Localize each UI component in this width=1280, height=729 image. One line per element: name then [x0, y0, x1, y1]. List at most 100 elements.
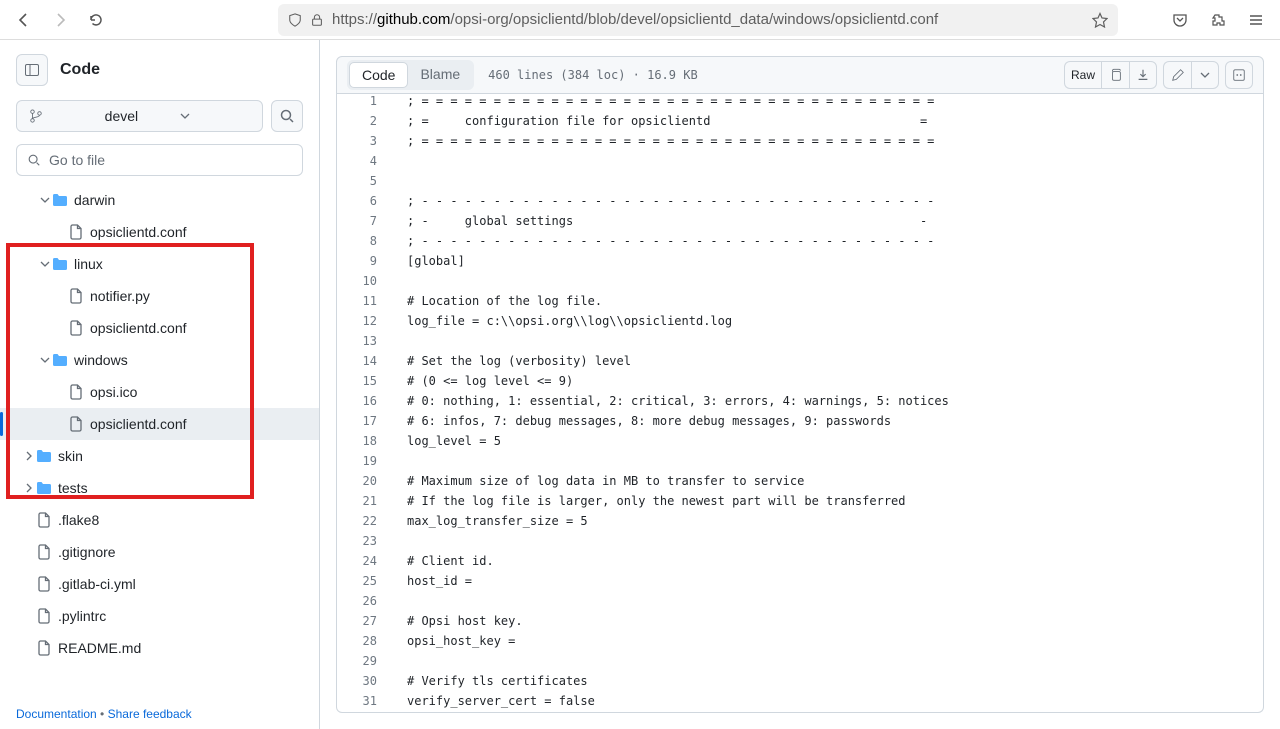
- line-number[interactable]: 9: [337, 254, 397, 274]
- line-number[interactable]: 18: [337, 434, 397, 454]
- tree-file[interactable]: notifier.py: [0, 280, 319, 312]
- documentation-link[interactable]: Documentation: [16, 707, 97, 721]
- line-number[interactable]: 16: [337, 394, 397, 414]
- line-number[interactable]: 26: [337, 594, 397, 614]
- branch-selector[interactable]: devel: [16, 100, 263, 132]
- reload-button[interactable]: [82, 6, 110, 34]
- line-number[interactable]: 3: [337, 134, 397, 154]
- collapse-sidebar-button[interactable]: [16, 54, 48, 86]
- tree-search-button[interactable]: [271, 100, 303, 132]
- line-content: # Location of the log file.: [397, 294, 602, 314]
- line-number[interactable]: 8: [337, 234, 397, 254]
- tree-file[interactable]: opsiclientd.conf: [0, 312, 319, 344]
- line-number[interactable]: 31: [337, 694, 397, 713]
- tree-folder[interactable]: windows: [0, 344, 319, 376]
- line-number[interactable]: 7: [337, 214, 397, 234]
- file-tree-sidebar: Code devel Go to file darwinopsiclientd.…: [0, 40, 320, 729]
- code-tab[interactable]: Code: [349, 62, 408, 88]
- file-icon: [36, 512, 52, 528]
- line-content: # Client id.: [397, 554, 494, 574]
- tree-file[interactable]: README.md: [0, 632, 319, 664]
- line-number[interactable]: 11: [337, 294, 397, 314]
- tree-file[interactable]: .gitignore: [0, 536, 319, 568]
- line-content: host_id =: [397, 574, 472, 594]
- tree-file[interactable]: .flake8: [0, 504, 319, 536]
- line-number[interactable]: 14: [337, 354, 397, 374]
- tree-folder[interactable]: skin: [0, 440, 319, 472]
- share-feedback-link[interactable]: Share feedback: [108, 707, 192, 721]
- file-icon: [68, 288, 84, 304]
- line-number[interactable]: 23: [337, 534, 397, 554]
- tree-file[interactable]: .pylintrc: [0, 600, 319, 632]
- line-number[interactable]: 2: [337, 114, 397, 134]
- back-button[interactable]: [10, 6, 38, 34]
- extensions-icon[interactable]: [1204, 6, 1232, 34]
- symbols-button[interactable]: [1225, 61, 1253, 89]
- code-line: 2; = configuration file for opsiclientd …: [337, 114, 1263, 134]
- tree-file[interactable]: .gitlab-ci.yml: [0, 568, 319, 600]
- line-number[interactable]: 22: [337, 514, 397, 534]
- line-content: [global]: [397, 254, 465, 274]
- url-text: https://github.com/opsi-org/opsiclientd/…: [332, 11, 1084, 28]
- line-number[interactable]: 13: [337, 334, 397, 354]
- code-line: 15# (0 <= log level <= 9): [337, 374, 1263, 394]
- line-number[interactable]: 28: [337, 634, 397, 654]
- star-icon[interactable]: [1092, 12, 1108, 28]
- line-number[interactable]: 29: [337, 654, 397, 674]
- branch-icon: [29, 109, 99, 123]
- line-number[interactable]: 21: [337, 494, 397, 514]
- line-number[interactable]: 10: [337, 274, 397, 294]
- tree-item-label: opsiclientd.conf: [90, 224, 187, 240]
- line-number[interactable]: 4: [337, 154, 397, 174]
- code-line: 8; - - - - - - - - - - - - - - - - - - -…: [337, 234, 1263, 254]
- line-number[interactable]: 1: [337, 94, 397, 114]
- file-icon: [36, 576, 52, 592]
- view-mode-group: Code Blame: [347, 60, 474, 90]
- file-meta: 460 lines (384 loc) · 16.9 KB: [488, 68, 698, 82]
- tree-file[interactable]: opsi.ico: [0, 376, 319, 408]
- file-icon: [36, 544, 52, 560]
- raw-button[interactable]: Raw: [1064, 61, 1101, 89]
- line-number[interactable]: 24: [337, 554, 397, 574]
- code-view[interactable]: 1; = = = = = = = = = = = = = = = = = = =…: [336, 94, 1264, 713]
- tree-item-label: opsiclientd.conf: [90, 416, 187, 432]
- line-number[interactable]: 5: [337, 174, 397, 194]
- tree-file[interactable]: opsiclientd.conf: [0, 408, 319, 440]
- chevron-icon: [24, 483, 36, 493]
- forward-button[interactable]: [46, 6, 74, 34]
- code-line: 14# Set the log (verbosity) level: [337, 354, 1263, 374]
- line-number[interactable]: 27: [337, 614, 397, 634]
- line-number[interactable]: 15: [337, 374, 397, 394]
- copy-button[interactable]: [1101, 61, 1129, 89]
- tree-item-label: .gitignore: [58, 544, 116, 560]
- menu-icon[interactable]: [1242, 6, 1270, 34]
- pocket-icon[interactable]: [1166, 6, 1194, 34]
- tree-folder[interactable]: linux: [0, 248, 319, 280]
- sidebar-footer: Documentation • Share feedback: [0, 699, 319, 729]
- tree-file[interactable]: opsiclientd.conf: [0, 216, 319, 248]
- file-icon: [36, 640, 52, 656]
- edit-menu-button[interactable]: [1191, 61, 1219, 89]
- code-line: 18log_level = 5: [337, 434, 1263, 454]
- line-number[interactable]: 19: [337, 454, 397, 474]
- line-number[interactable]: 12: [337, 314, 397, 334]
- tree-folder[interactable]: darwin: [0, 184, 319, 216]
- edit-button[interactable]: [1163, 61, 1191, 89]
- line-content: # 0: nothing, 1: essential, 2: critical,…: [397, 394, 949, 414]
- code-line: 29: [337, 654, 1263, 674]
- line-content: [397, 154, 407, 174]
- address-bar[interactable]: https://github.com/opsi-org/opsiclientd/…: [278, 4, 1118, 36]
- tree-folder[interactable]: tests: [0, 472, 319, 504]
- line-number[interactable]: 6: [337, 194, 397, 214]
- code-line: 7; - global settings -: [337, 214, 1263, 234]
- line-content: ; = configuration file for opsiclientd =: [397, 114, 927, 134]
- line-number[interactable]: 20: [337, 474, 397, 494]
- line-number[interactable]: 17: [337, 414, 397, 434]
- download-button[interactable]: [1129, 61, 1157, 89]
- line-number[interactable]: 30: [337, 674, 397, 694]
- blame-tab[interactable]: Blame: [408, 62, 472, 88]
- goto-file-input[interactable]: Go to file: [16, 144, 303, 176]
- tree-item-label: notifier.py: [90, 288, 150, 304]
- file-icon: [68, 224, 84, 240]
- line-number[interactable]: 25: [337, 574, 397, 594]
